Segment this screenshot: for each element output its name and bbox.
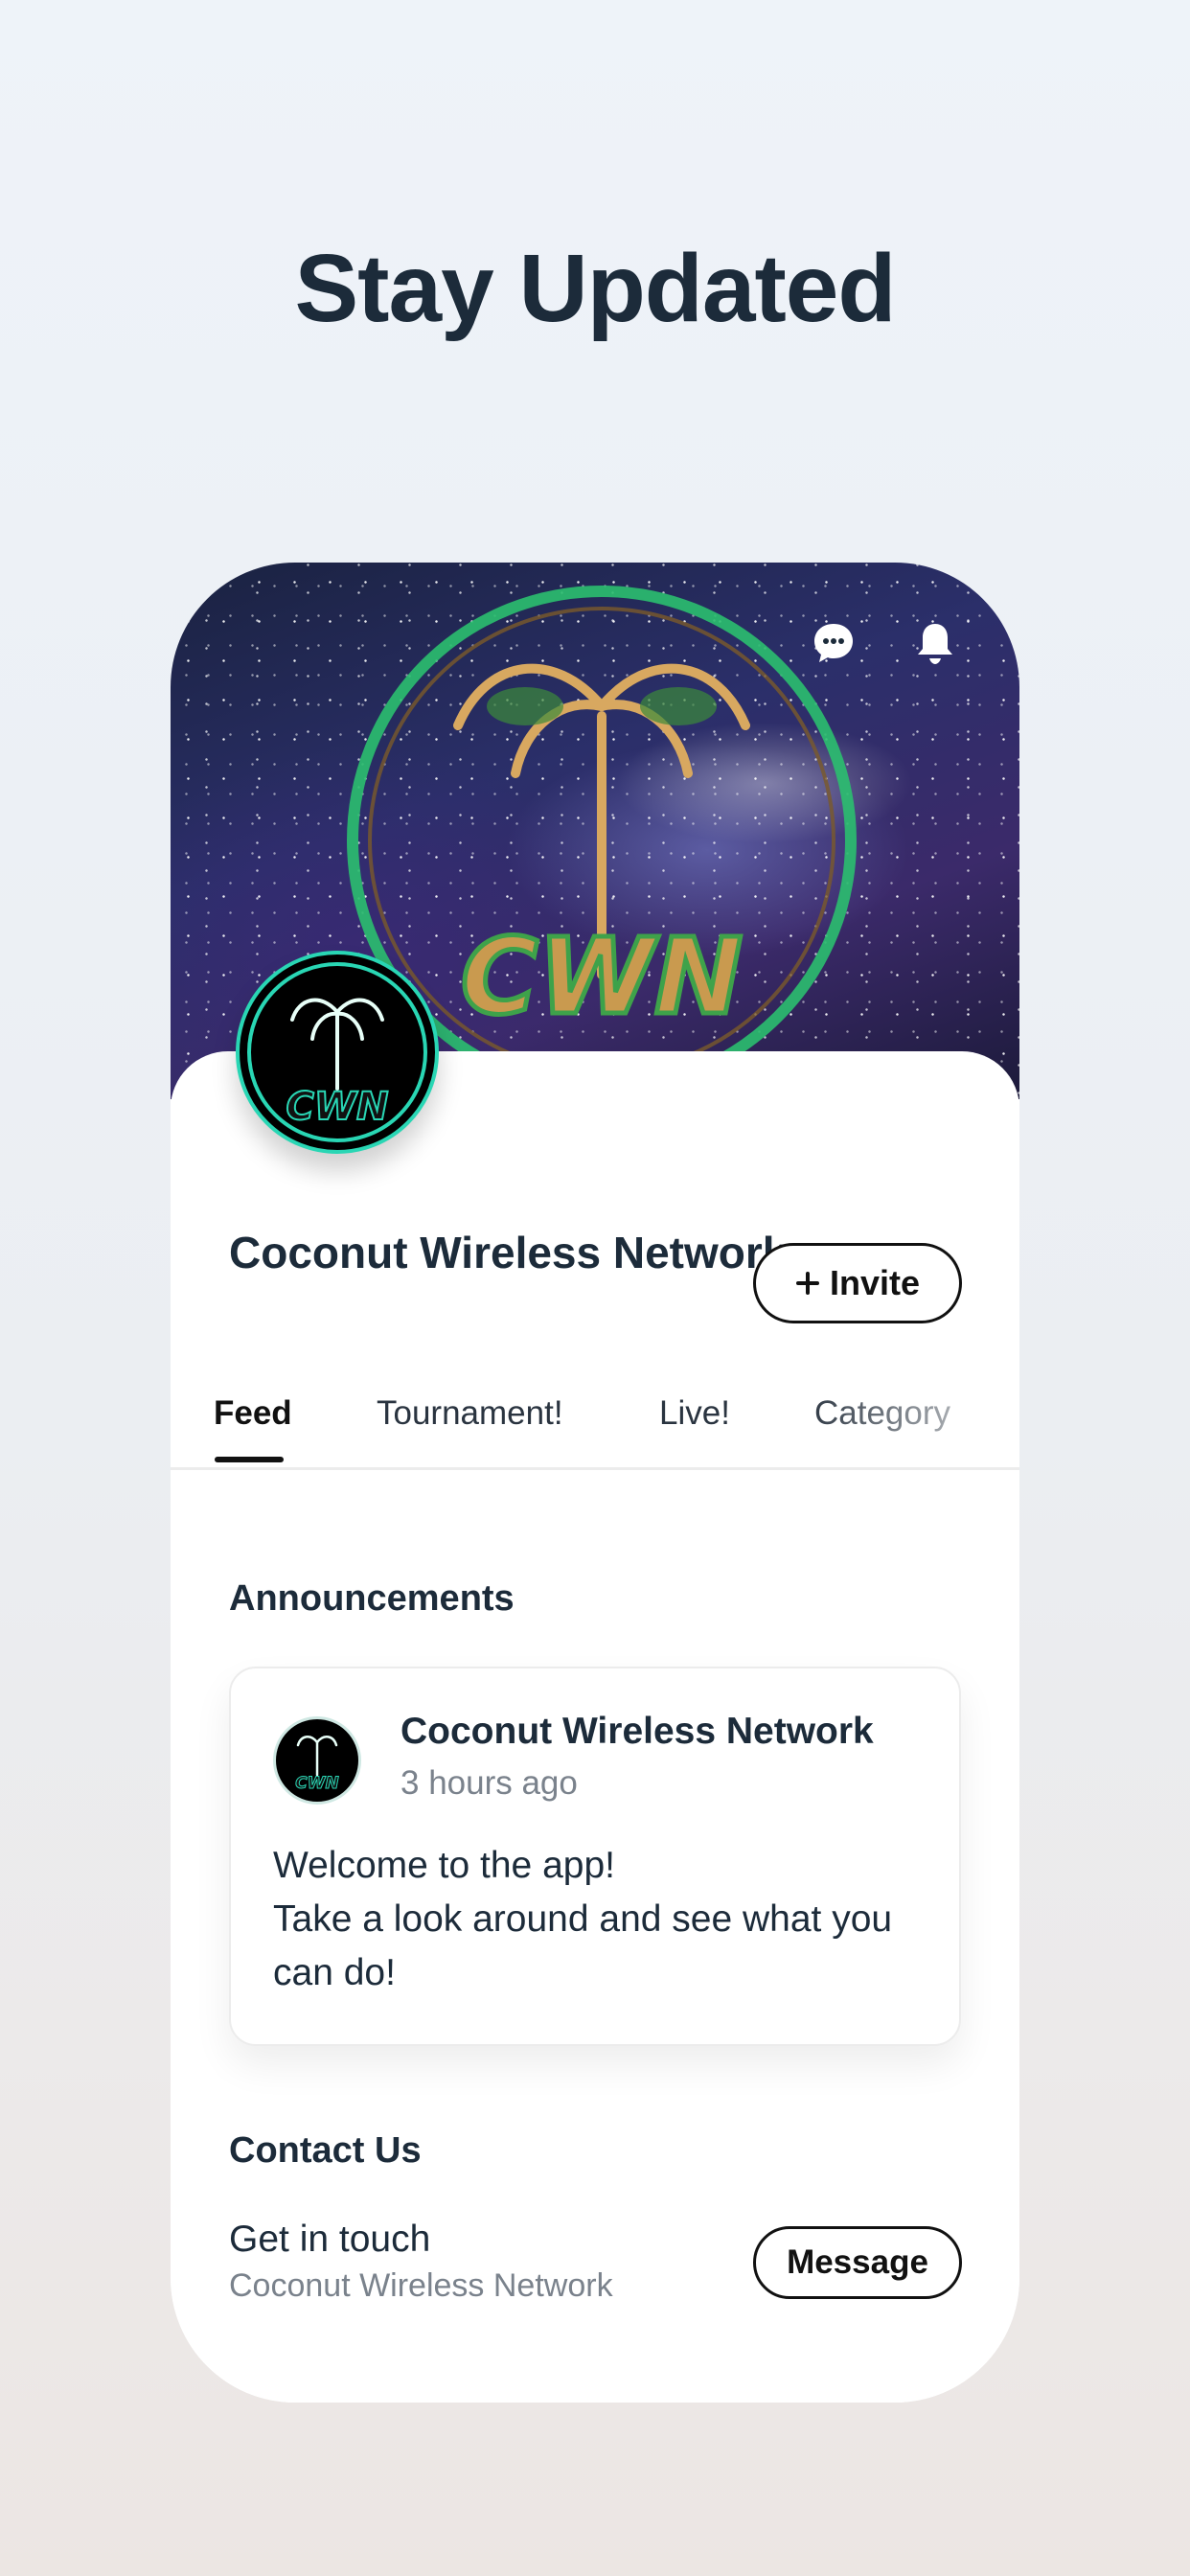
tab-bar: Feed Tournament! Live! Category	[171, 1385, 1019, 1470]
tab-category[interactable]: Category	[814, 1394, 950, 1433]
post-avatar-text: CWN	[295, 1774, 338, 1793]
invite-label: Invite	[829, 1263, 921, 1302]
phone-frame: CWN CWN Coconut Wireless Network Invite …	[171, 563, 1019, 2403]
avatar-logo: CWN	[247, 962, 427, 1142]
post-body-line: Take a look around and see what you can …	[273, 1898, 893, 1993]
headline: Stay Updated	[294, 235, 896, 342]
tab-live[interactable]: Live!	[659, 1394, 730, 1433]
site-name: Coconut Wireless Network	[229, 1228, 788, 1277]
post-author-avatar: CWN	[273, 1716, 361, 1805]
announcement-card[interactable]: CWN Coconut Wireless Network 3 hours ago…	[229, 1667, 961, 2046]
active-tab-indicator	[215, 1457, 284, 1462]
tab-tournament[interactable]: Tournament!	[377, 1394, 563, 1433]
invite-button[interactable]: Invite	[753, 1243, 962, 1323]
post-author: Coconut Wireless Network	[400, 1711, 874, 1752]
contact-title: Contact Us	[229, 2130, 422, 2171]
post-time: 3 hours ago	[400, 1764, 578, 1802]
bell-icon[interactable]	[904, 612, 966, 674]
site-avatar: CWN	[236, 951, 439, 1154]
announcements-title: Announcements	[229, 1578, 515, 1619]
plus-icon	[795, 1272, 819, 1295]
tab-feed[interactable]: Feed	[214, 1394, 292, 1433]
post-body: Welcome to the app! Take a look around a…	[273, 1839, 934, 2000]
message-button[interactable]: Message	[753, 2226, 962, 2299]
chat-icon[interactable]	[803, 612, 864, 674]
svg-text:CWN: CWN	[461, 915, 743, 1038]
avatar-logo-text: CWN	[286, 1085, 389, 1129]
contact-subtitle: Coconut Wireless Network	[229, 2267, 613, 2304]
contact-label: Get in touch	[229, 2219, 431, 2260]
post-body-line: Welcome to the app!	[273, 1845, 615, 1886]
post-avatar-logo: CWN	[295, 1736, 339, 1794]
